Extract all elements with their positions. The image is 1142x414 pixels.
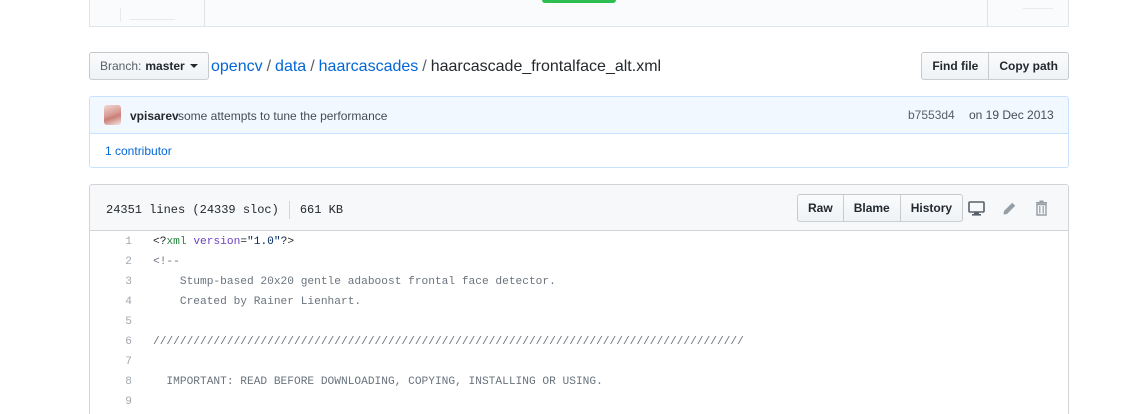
file-viewer: 24351 lines (24339 sloc) 661 KB Raw Blam… — [89, 184, 1069, 414]
file-info: 24351 lines (24339 sloc) 661 KB — [106, 201, 343, 219]
code-line: 7 — [90, 352, 1068, 372]
code-line: 6 //////////////////////////////////////… — [90, 332, 1068, 352]
code-token: xml — [166, 236, 187, 248]
breadcrumb-dir-haarcascades-link[interactable]: haarcascades — [319, 58, 419, 75]
commit-date: on 19 Dec 2013 — [969, 108, 1054, 122]
code-line: 8 IMPORTANT: READ BEFORE DOWNLOADING, CO… — [90, 372, 1068, 392]
raw-button[interactable]: Raw — [797, 194, 844, 222]
code-token: "1.0" — [247, 236, 281, 248]
breadcrumb-separator: / — [310, 58, 315, 75]
copy-path-button[interactable]: Copy path — [988, 52, 1069, 80]
code-token: ?> — [280, 236, 295, 248]
line-content: IMPORTANT: READ BEFORE DOWNLOADING, COPY… — [153, 376, 603, 388]
green-button-edge[interactable] — [542, 0, 616, 3]
line-number[interactable]: 9 — [90, 392, 132, 412]
file-lines-info: 24351 lines (24339 sloc) — [106, 203, 279, 217]
panel-divider — [987, 0, 988, 26]
trash-icon[interactable] — [1031, 198, 1051, 218]
contributors-row: 1 contributor — [90, 134, 1068, 167]
desktop-icon[interactable] — [966, 198, 986, 218]
history-button[interactable]: History — [899, 194, 964, 222]
code-line: 2 <!-- — [90, 252, 1068, 272]
code-listing: 1 <?xml version="1.0"?> 2 <!-- 3 Stump-b… — [90, 232, 1068, 412]
line-number[interactable]: 5 — [90, 312, 132, 332]
file-info-divider — [288, 201, 290, 219]
branch-value: master — [145, 59, 185, 73]
code-line: 5 — [90, 312, 1068, 332]
line-number[interactable]: 8 — [90, 372, 132, 392]
code-line: 3 Stump-based 20x20 gentle adaboost fron… — [90, 272, 1068, 292]
line-content: <!-- — [153, 256, 180, 268]
commit-author-link[interactable]: vpisarev — [130, 109, 179, 123]
line-content: ////////////////////////////////////////… — [153, 336, 744, 348]
blame-button[interactable]: Blame — [842, 194, 901, 222]
commit-sha-link[interactable]: b7553d4 — [908, 108, 955, 122]
code-token: version — [193, 236, 241, 248]
breadcrumb-file-name: haarcascade_frontalface_alt.xml — [430, 58, 662, 75]
breadcrumb-repo-link[interactable]: opencv — [211, 58, 263, 75]
line-number[interactable]: 3 — [90, 272, 132, 292]
file-action-buttons: Raw Blame History — [797, 194, 964, 222]
contributors-link[interactable]: 1 contributor — [105, 144, 172, 158]
code-line: 4 Created by Rainer Lienhart. — [90, 292, 1068, 312]
pencil-icon[interactable] — [999, 198, 1019, 218]
file-header: 24351 lines (24339 sloc) 661 KB Raw Blam… — [90, 185, 1068, 231]
breadcrumb: opencv / data / haarcascades / haarcascade_fro… — [211, 57, 661, 77]
panel-divider — [90, 0, 205, 26]
branch-label: Branch: — [100, 59, 142, 73]
latest-commit-row: vpisarev some attempts to tune the perfo… — [90, 97, 1068, 134]
breadcrumb-dir-data-link[interactable]: data — [275, 58, 306, 75]
avatar[interactable] — [104, 105, 121, 125]
line-number[interactable]: 7 — [90, 352, 132, 372]
breadcrumb-separator: / — [266, 58, 272, 75]
commit-message-link[interactable]: some attempts to tune the performance — [178, 109, 387, 123]
code-line: 1 <?xml version="1.0"?> — [90, 232, 1068, 252]
find-file-button[interactable]: Find file — [921, 52, 990, 80]
branch-select-button[interactable]: Branch: master — [89, 52, 209, 80]
breadcrumb-separator: / — [422, 58, 427, 75]
file-nav-button-group: Find file Copy path — [921, 52, 1069, 80]
panel-line — [1023, 8, 1053, 9]
code-token: <? — [153, 236, 167, 248]
line-number[interactable]: 1 — [90, 232, 132, 252]
line-content: <?xml version="1.0"?> — [153, 232, 294, 252]
line-number[interactable]: 4 — [90, 292, 132, 312]
file-size: 661 KB — [299, 203, 344, 217]
line-content: Stump-based 20x20 gentle adaboost fronta… — [153, 276, 556, 288]
commit-info-box: vpisarev some attempts to tune the perfo… — [89, 96, 1069, 168]
file-navigation: Branch: master opencv / data / haarcascades /… — [89, 52, 1069, 82]
line-number[interactable]: 2 — [90, 252, 132, 272]
code-line: 9 — [90, 392, 1068, 412]
caret-down-icon — [189, 64, 198, 68]
previous-panel-fragment — [89, 0, 1069, 27]
line-content: Created by Rainer Lienhart. — [153, 296, 362, 308]
line-number[interactable]: 6 — [90, 332, 132, 352]
